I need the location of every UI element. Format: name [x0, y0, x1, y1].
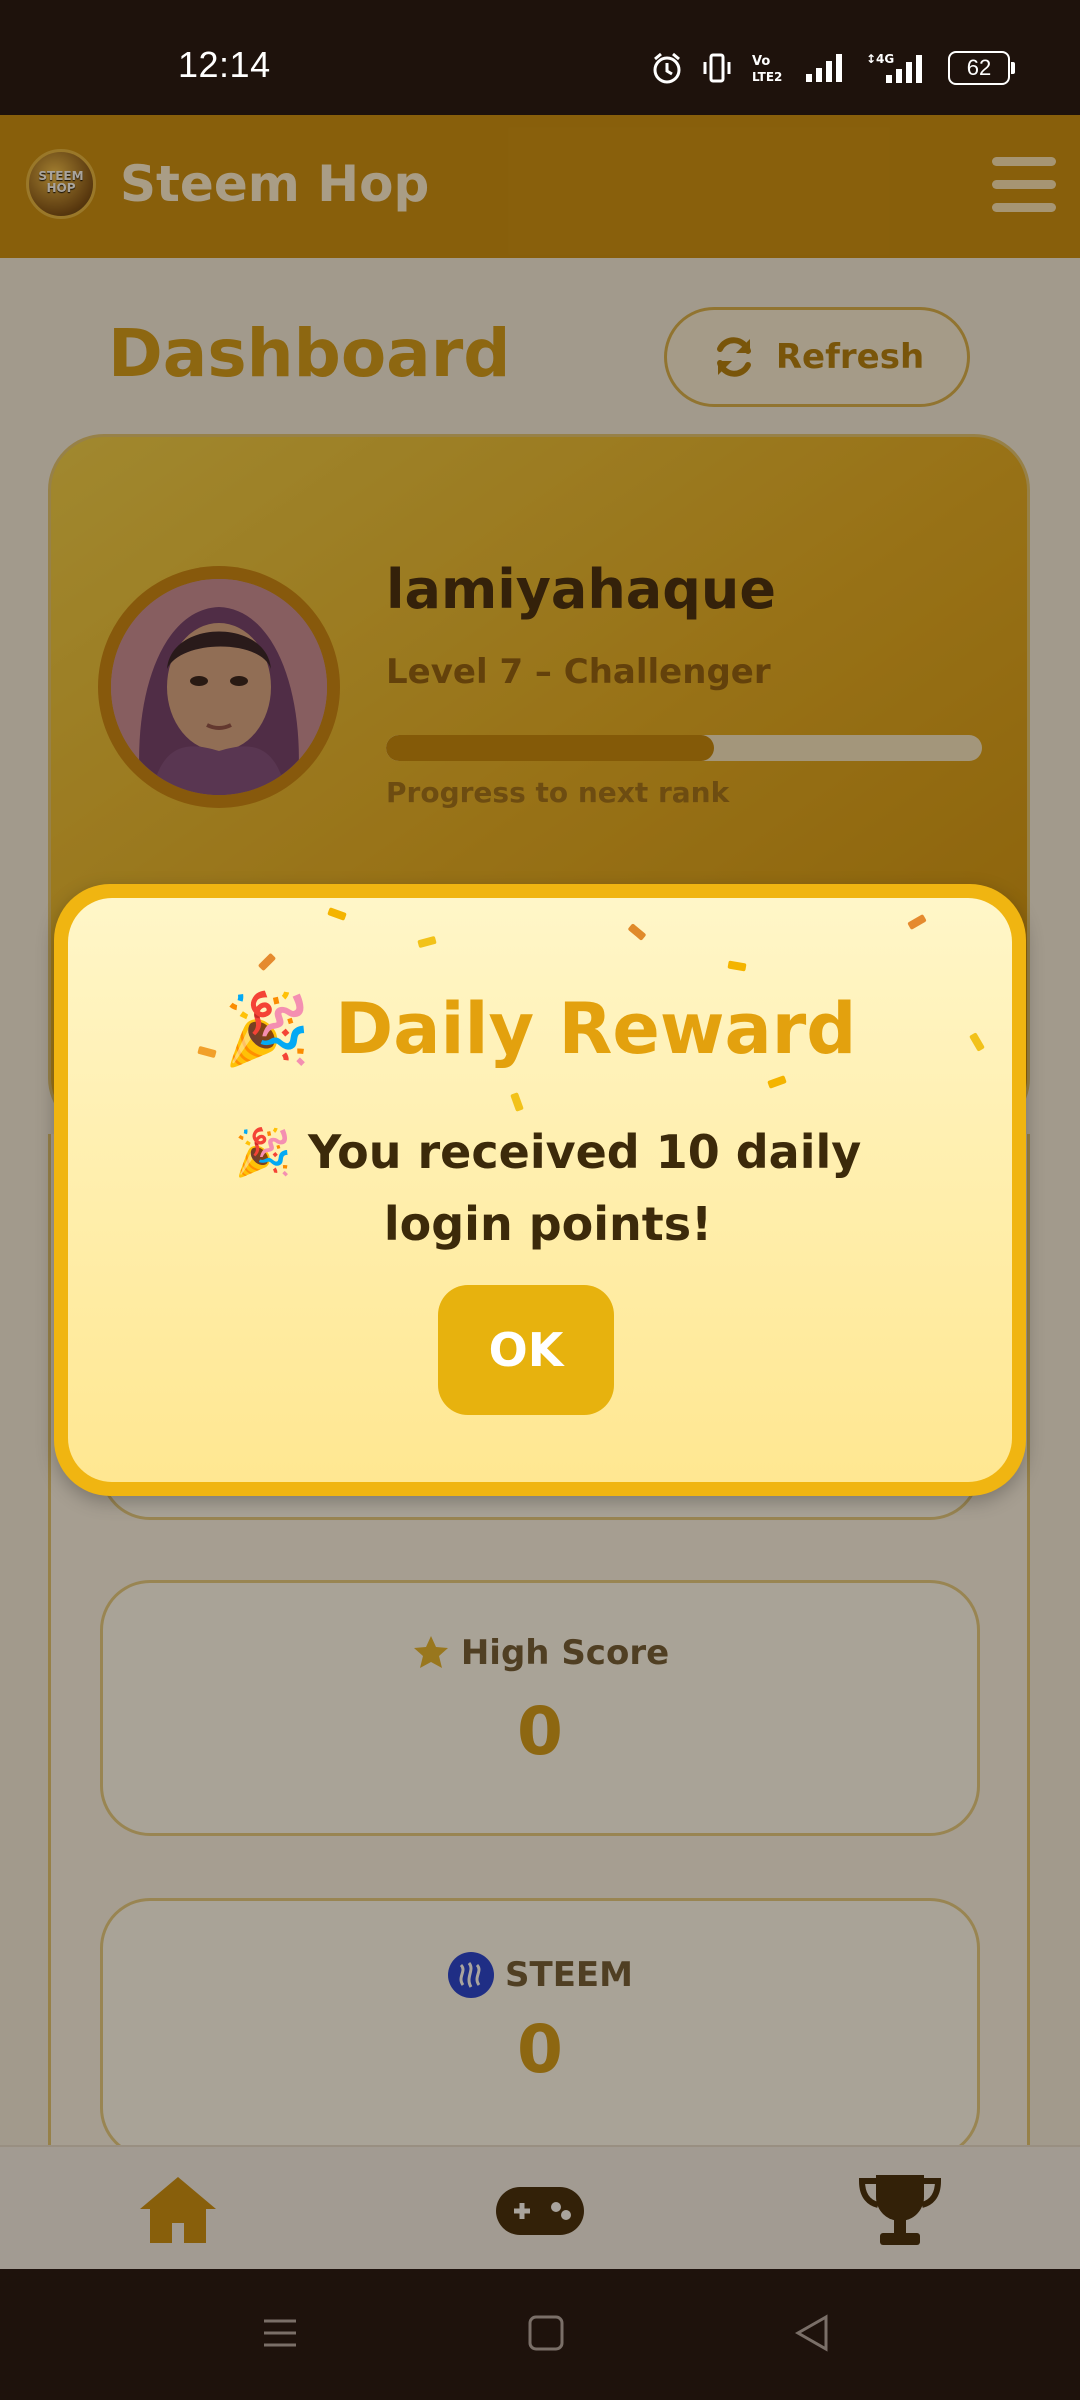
confetti-piece	[257, 952, 277, 972]
volte-icon: VoLTE2	[752, 54, 782, 84]
svg-text:Vo: Vo	[752, 54, 770, 69]
recents-icon[interactable]	[260, 2313, 300, 2353]
dialog-message: 🎉 You received 10 daily login points!	[168, 1116, 928, 1260]
ok-button[interactable]: OK	[438, 1285, 614, 1415]
status-time: 12:14	[178, 44, 271, 85]
battery-indicator: 62	[948, 51, 1015, 85]
modal-backdrop-bottom	[0, 2145, 1080, 2269]
party-popper-icon: 🎉	[234, 1125, 293, 1179]
svg-text:LTE2: LTE2	[752, 70, 782, 84]
back-icon[interactable]	[792, 2313, 832, 2353]
confetti-piece	[627, 923, 647, 941]
home-system-icon[interactable]	[526, 2313, 566, 2353]
vibrate-icon	[703, 53, 731, 83]
confetti-piece	[510, 1092, 524, 1112]
modal-backdrop-top	[0, 115, 1080, 258]
confetti-piece	[327, 907, 347, 921]
party-popper-icon: 🎉	[223, 988, 311, 1070]
confetti-piece	[727, 960, 747, 972]
signal-icon	[806, 54, 842, 82]
system-navigation-bar	[0, 2269, 1080, 2400]
confetti-piece	[417, 935, 437, 949]
status-icons: Vo LTE2 ↕4G 62	[650, 48, 1015, 88]
dialog-title-text: Daily Reward	[335, 988, 857, 1070]
confetti-piece	[767, 1075, 787, 1089]
signal-4g-icon: ↕4G	[866, 52, 922, 83]
status-bar: 12:14 Vo LTE2 ↕4G 62	[0, 0, 1080, 115]
confetti-piece	[907, 914, 927, 930]
svg-text:↕4G: ↕4G	[866, 52, 894, 66]
alarm-icon	[653, 52, 681, 84]
dialog-title: 🎉 Daily Reward	[68, 988, 1012, 1071]
dialog-message-text: You received 10 daily login points!	[308, 1125, 862, 1251]
